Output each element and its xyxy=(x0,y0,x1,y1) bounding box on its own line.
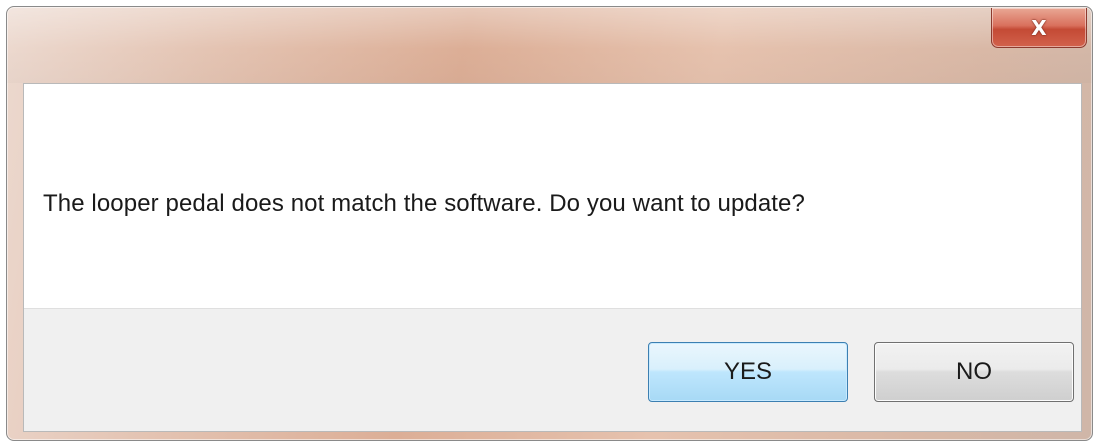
close-icon: X xyxy=(1031,15,1047,40)
title-bar[interactable]: X xyxy=(7,7,1092,83)
dialog-content: The looper pedal does not match the soft… xyxy=(23,83,1082,432)
message-area: The looper pedal does not match the soft… xyxy=(24,84,1081,308)
button-area: YES NO xyxy=(24,308,1081,431)
no-button[interactable]: NO xyxy=(874,342,1074,402)
dialog-window: X The looper pedal does not match the so… xyxy=(6,6,1093,441)
yes-button[interactable]: YES xyxy=(648,342,848,402)
dialog-message: The looper pedal does not match the soft… xyxy=(43,190,805,217)
close-button[interactable]: X xyxy=(991,8,1087,48)
